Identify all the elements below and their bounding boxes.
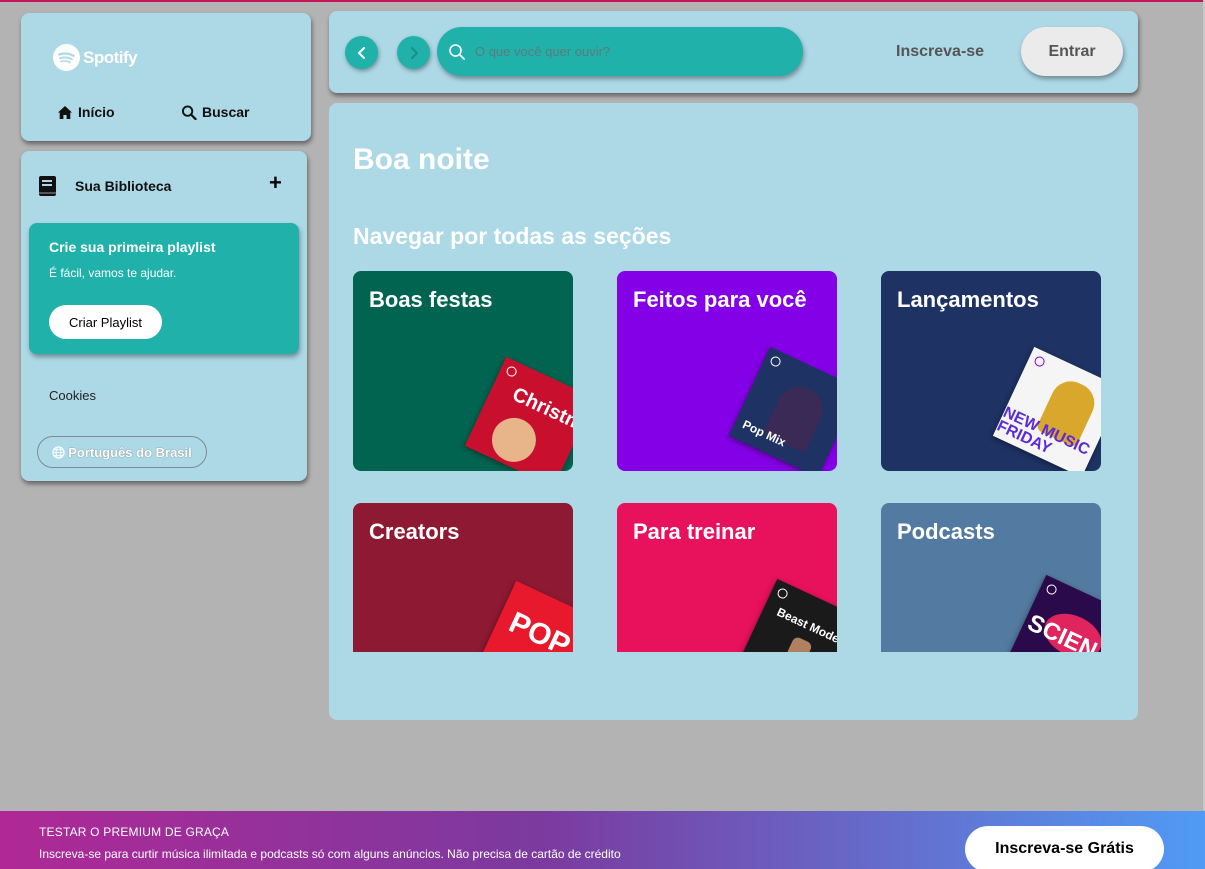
card-title: Feitos para você: [633, 287, 807, 312]
category-card-lancamentos[interactable]: Lançamentos NEW MUSIC FRIDAY: [881, 271, 1101, 471]
forward-button[interactable]: [397, 36, 430, 69]
card-cover-art: NEW MUSIC FRIDAY: [992, 346, 1101, 471]
top-bar: Inscreva-se Entrar: [329, 11, 1138, 93]
nav-search-label: Buscar: [202, 104, 250, 120]
card-title: Lançamentos: [897, 287, 1039, 312]
create-playlist-title: Crie sua primeira playlist: [49, 239, 216, 255]
card-cover-art: POP: [474, 580, 573, 652]
card-title: Boas festas: [369, 287, 493, 312]
card-cover-art: SCIEN: [1004, 574, 1101, 652]
library-book-icon: [39, 176, 56, 196]
cookies-link[interactable]: Cookies: [49, 388, 96, 403]
category-card-creators[interactable]: Creators POP: [353, 503, 573, 652]
nav-home-link[interactable]: Início: [57, 104, 115, 120]
spotify-badge-icon: [504, 364, 519, 379]
signup-link[interactable]: Inscreva-se: [896, 43, 984, 61]
chevron-right-icon: [410, 46, 418, 59]
spotify-logo[interactable]: Spotify: [53, 44, 138, 71]
main-content: Boa noite Navegar por todas as seções Bo…: [329, 103, 1138, 720]
create-playlist-card: Crie sua primeira playlist É fácil, vamo…: [29, 223, 299, 354]
premium-title: TESTAR O PREMIUM DE GRAÇA: [39, 825, 230, 839]
back-button[interactable]: [345, 36, 378, 69]
spotify-badge-icon: [775, 586, 790, 601]
spotify-badge-icon: [768, 354, 783, 369]
card-art-label: POP: [503, 605, 573, 652]
card-cover-art: Beast Mode: [735, 578, 837, 652]
card-title: Creators: [369, 519, 460, 544]
card-title: Podcasts: [897, 519, 995, 544]
greeting-heading: Boa noite: [353, 143, 490, 176]
category-card-para-treinar[interactable]: Para treinar Beast Mode: [617, 503, 837, 652]
athlete-photo: [785, 635, 814, 652]
search-icon: [181, 104, 197, 120]
create-playlist-subtitle: É fácil, vamos te ajudar.: [49, 266, 177, 280]
chevron-left-icon: [357, 46, 365, 59]
login-button[interactable]: Entrar: [1021, 27, 1123, 76]
spotify-icon: [53, 44, 80, 71]
create-playlist-button[interactable]: Criar Playlist: [49, 305, 162, 339]
library-panel: Sua Biblioteca + Crie sua primeira playl…: [21, 151, 307, 481]
section-title: Navegar por todas as seções: [353, 223, 672, 249]
library-title: Sua Biblioteca: [75, 178, 172, 194]
card-cover-art: Christm Hit: [464, 356, 573, 471]
spotify-badge-icon: [1044, 582, 1059, 597]
spotify-wordmark: Spotify: [83, 47, 138, 67]
card-cover-art: Pop Mix: [728, 346, 837, 471]
category-card-boas-festas[interactable]: Boas festas Christm Hit: [353, 271, 573, 471]
library-header[interactable]: Sua Biblioteca: [38, 175, 171, 197]
premium-subtitle: Inscreva-se para curtir música ilimitada…: [39, 847, 621, 861]
card-art-label: Beast Mode: [774, 604, 837, 646]
language-label: Português do Brasil: [68, 444, 192, 460]
spotify-badge-icon: [1032, 354, 1047, 369]
search-input[interactable]: [475, 44, 775, 59]
category-card-podcasts[interactable]: Podcasts SCIEN: [881, 503, 1101, 652]
top-accent-line: [0, 0, 1205, 2]
search-icon: [449, 43, 465, 60]
add-library-button[interactable]: +: [269, 172, 282, 194]
premium-banner: TESTAR O PREMIUM DE GRAÇA Inscreva-se pa…: [0, 811, 1205, 869]
artist-photo: [484, 410, 544, 470]
search-box: [437, 27, 803, 76]
category-card-feitos-para-voce[interactable]: Feitos para você Pop Mix: [617, 271, 837, 471]
card-title: Para treinar: [633, 519, 756, 544]
nav-search-link[interactable]: Buscar: [181, 104, 249, 120]
globe-icon: [52, 445, 65, 459]
nav-home-label: Início: [78, 104, 115, 120]
nav-panel: Spotify Início Buscar: [21, 13, 311, 141]
language-button[interactable]: Português do Brasil: [37, 436, 207, 468]
home-icon: [58, 105, 72, 119]
signup-free-button[interactable]: Inscreva-se Grátis: [965, 826, 1164, 869]
